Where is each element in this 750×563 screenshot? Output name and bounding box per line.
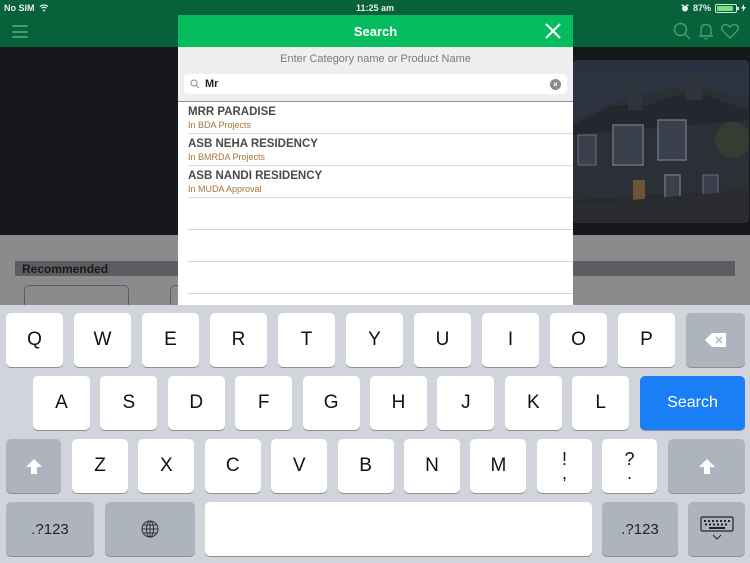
hide-keyboard-key[interactable] xyxy=(688,502,745,556)
key-e[interactable]: E xyxy=(142,313,199,367)
close-icon[interactable] xyxy=(543,21,563,41)
key-t[interactable]: T xyxy=(278,313,335,367)
globe-key[interactable] xyxy=(105,502,195,556)
modal-title: Search xyxy=(353,24,398,39)
key-m[interactable]: M xyxy=(470,439,527,493)
numbers-key-right[interactable]: .?123 xyxy=(602,502,678,556)
shift-icon xyxy=(25,458,42,474)
menu-icon[interactable] xyxy=(12,25,28,38)
battery-percent: 87% xyxy=(692,3,711,13)
key-x[interactable]: X xyxy=(138,439,195,493)
key-f[interactable]: F xyxy=(235,376,293,430)
search-input[interactable] xyxy=(205,78,550,90)
alarm-icon xyxy=(681,4,689,12)
shift-key-left[interactable] xyxy=(6,439,61,493)
banner-image[interactable] xyxy=(573,60,749,223)
backspace-icon xyxy=(704,333,726,347)
search-box[interactable]: × xyxy=(184,74,567,94)
shift-key-right[interactable] xyxy=(668,439,745,493)
modal-header: Search xyxy=(178,15,573,47)
key-v[interactable]: V xyxy=(271,439,328,493)
heart-icon[interactable] xyxy=(720,21,740,41)
empty-result-row xyxy=(188,262,573,294)
search-result-item[interactable]: ASB NEHA RESIDENCY In BMRDA Projects xyxy=(188,134,573,166)
status-bar: No SIM 11:25 am 87% xyxy=(0,0,750,16)
key-g[interactable]: G xyxy=(302,376,360,430)
battery-fill xyxy=(717,5,733,11)
search-key[interactable]: Search xyxy=(640,376,745,430)
search-result-item[interactable]: MRR PARADISE In BDA Projects xyxy=(188,102,573,134)
search-modal: Search Enter Category name or Product Na… xyxy=(178,15,573,305)
empty-result-row xyxy=(188,230,573,262)
key-exclamation-comma[interactable]: !, xyxy=(537,439,592,493)
key-s[interactable]: S xyxy=(100,376,158,430)
recommended-title: Recommended xyxy=(22,262,109,276)
result-name: ASB NEHA RESIDENCY xyxy=(188,138,318,150)
clock: 11:25 am xyxy=(355,3,395,13)
shift-icon xyxy=(698,458,715,474)
key-k[interactable]: K xyxy=(504,376,562,430)
key-bottom-char: , xyxy=(561,463,567,483)
key-w[interactable]: W xyxy=(74,313,131,367)
house-illustration xyxy=(573,75,749,223)
key-d[interactable]: D xyxy=(167,376,225,430)
space-key[interactable] xyxy=(205,502,592,556)
key-h[interactable]: H xyxy=(370,376,427,430)
result-name: ASB NANDI RESIDENCY xyxy=(188,170,323,182)
key-u[interactable]: U xyxy=(414,313,471,367)
key-bottom-char: . xyxy=(626,463,632,483)
key-b[interactable]: B xyxy=(337,439,394,493)
result-name: MRR PARADISE xyxy=(188,106,276,118)
search-icon xyxy=(190,79,200,89)
key-y[interactable]: Y xyxy=(346,313,403,367)
numbers-key-left[interactable]: .?123 xyxy=(6,502,94,556)
result-category: In MUDA Approval xyxy=(188,184,262,194)
key-question-period[interactable]: ?. xyxy=(602,439,657,493)
key-q[interactable]: Q xyxy=(6,313,63,367)
charging-icon xyxy=(741,4,746,12)
search-result-item[interactable]: ASB NANDI RESIDENCY In MUDA Approval xyxy=(188,166,573,198)
key-j[interactable]: J xyxy=(437,376,495,430)
keyboard: Search !, ?. .?123 .?123 QWERTYUIOP ASDFG… xyxy=(0,305,750,563)
globe-icon xyxy=(141,520,159,538)
key-r[interactable]: R xyxy=(210,313,267,367)
search-icon[interactable] xyxy=(672,21,692,41)
key-a[interactable]: A xyxy=(33,376,90,430)
key-c[interactable]: C xyxy=(204,439,261,493)
empty-result-row xyxy=(188,198,573,230)
key-z[interactable]: Z xyxy=(72,439,128,493)
key-p[interactable]: P xyxy=(618,313,675,367)
key-n[interactable]: N xyxy=(404,439,460,493)
battery-icon xyxy=(715,3,739,13)
search-area: Enter Category name or Product Name × xyxy=(178,47,573,102)
key-l[interactable]: L xyxy=(572,376,630,430)
keyboard-dismiss-icon xyxy=(699,516,734,540)
bell-icon[interactable] xyxy=(696,21,716,41)
result-category: In BMRDA Projects xyxy=(188,152,266,162)
search-hint: Enter Category name or Product Name xyxy=(280,53,471,65)
clear-search-icon[interactable]: × xyxy=(550,78,561,90)
key-o[interactable]: O xyxy=(550,313,607,367)
backspace-key[interactable] xyxy=(686,313,745,367)
result-category: In BDA Projects xyxy=(188,120,252,130)
search-results: MRR PARADISE In BDA Projects ASB NEHA RE… xyxy=(178,102,573,294)
key-i[interactable]: I xyxy=(482,313,539,367)
